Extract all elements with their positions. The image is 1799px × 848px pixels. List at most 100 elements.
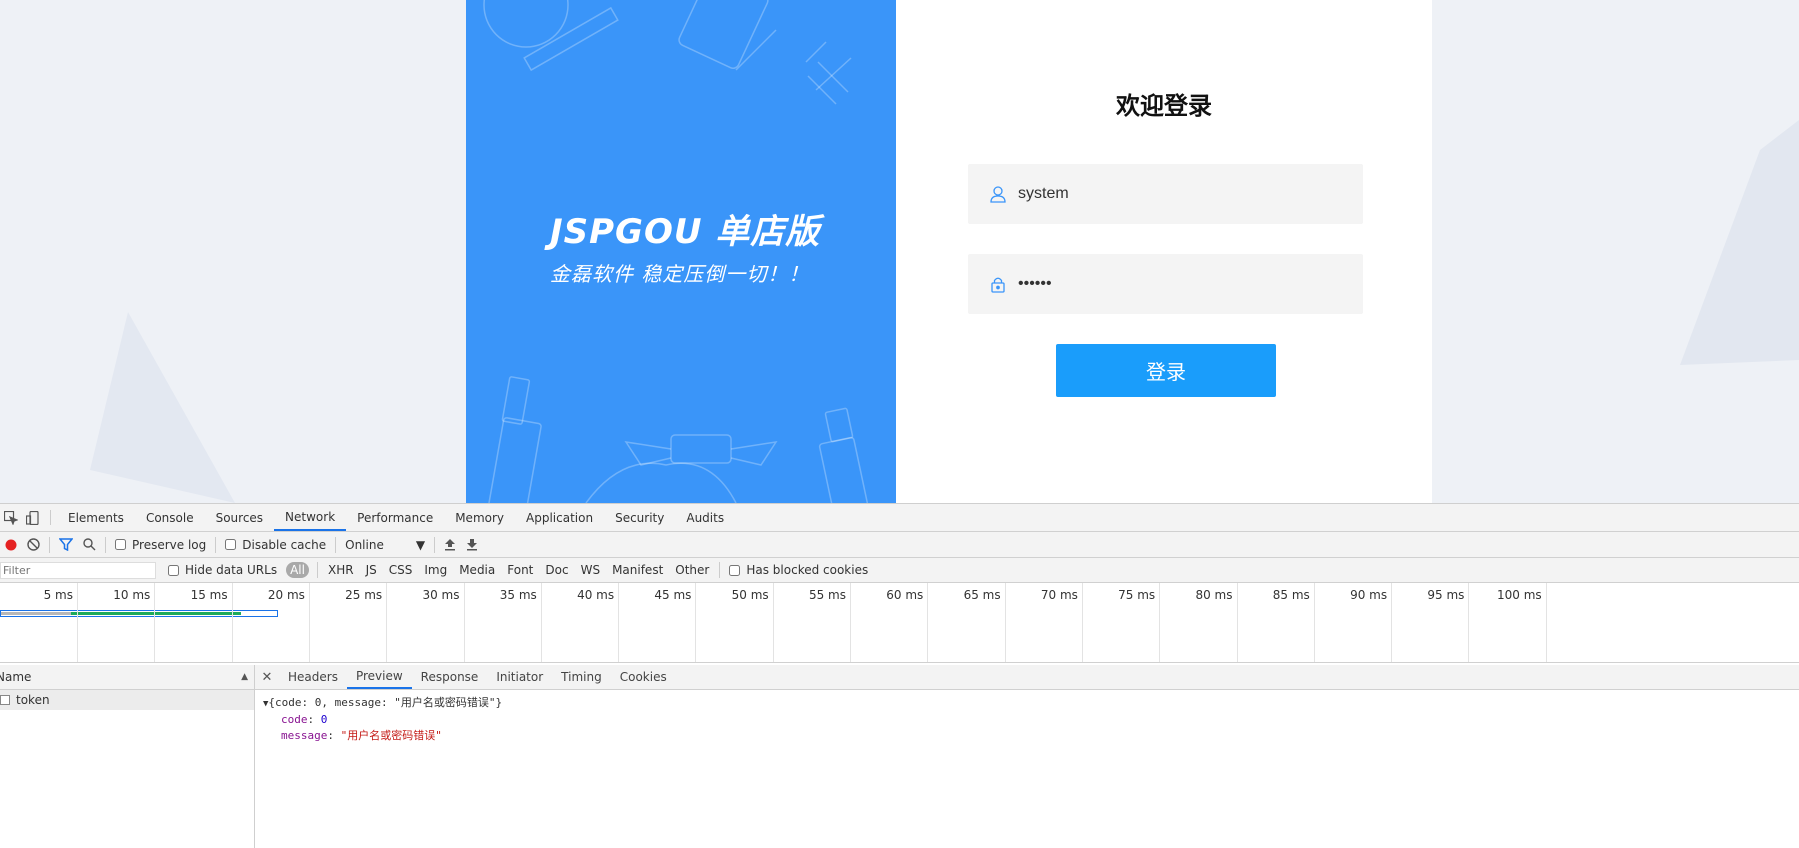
username-input[interactable] — [1018, 185, 1348, 203]
type-filter-css[interactable]: CSS — [387, 562, 415, 578]
timeline-gridline — [1391, 583, 1393, 662]
name-column-header[interactable]: Name — [0, 670, 31, 684]
network-overview-timeline[interactable]: 5 ms 10 ms 15 ms 20 ms 25 ms 30 ms 35 ms 40 ms 4… — [0, 583, 1799, 663]
search-icon[interactable] — [83, 538, 96, 551]
timeline-gridline — [1468, 583, 1470, 662]
detail-tab-initiator[interactable]: Initiator — [487, 665, 552, 689]
timeline-tick-label: 55 ms — [808, 588, 846, 602]
inspect-element-icon[interactable] — [0, 504, 22, 531]
close-icon[interactable]: ✕ — [255, 665, 279, 689]
property-value: 0 — [320, 713, 328, 726]
timeline-tick-label: 100 ms — [1497, 588, 1542, 602]
request-row[interactable]: token — [0, 690, 254, 710]
divider — [434, 536, 436, 553]
type-filter-img[interactable]: Img — [422, 562, 449, 578]
throttling-select[interactable]: Online ▼ — [345, 538, 425, 552]
preserve-log-checkbox[interactable]: Preserve log — [115, 538, 206, 552]
tab-console[interactable]: Console — [135, 504, 205, 531]
export-har-icon[interactable] — [466, 538, 478, 551]
user-icon — [988, 184, 1008, 204]
filter-input[interactable] — [0, 561, 156, 579]
request-waterfall-bar — [0, 610, 278, 617]
brand-panel: JSPGOU 单店版 金磊软件 稳定压倒一切！！ — [466, 0, 896, 503]
clear-icon[interactable] — [27, 538, 40, 551]
disable-cache-checkbox[interactable]: Disable cache — [225, 538, 326, 552]
has-blocked-cookies-check[interactable] — [729, 564, 741, 576]
preserve-log-label: Preserve log — [132, 537, 207, 552]
timeline-tick-label: 85 ms — [1272, 588, 1310, 602]
type-filter-all[interactable]: All — [286, 562, 309, 578]
type-filter-media[interactable]: Media — [457, 562, 497, 578]
request-list-header[interactable]: Name ▲ — [0, 665, 254, 690]
type-filter-xhr[interactable]: XHR — [326, 562, 356, 578]
preserve-log-check[interactable] — [115, 539, 126, 550]
tab-elements[interactable]: Elements — [57, 504, 135, 531]
preview-pane: ▼{code: 0, message: "用户名或密码错误"} code: 0 … — [255, 690, 1799, 744]
timeline-tick-label: 60 ms — [886, 588, 924, 602]
timeline-tick-label: 95 ms — [1427, 588, 1465, 602]
login-card: JSPGOU 单店版 金磊软件 稳定压倒一切！！ 欢迎登录 system •••… — [466, 0, 1432, 503]
sort-ascending-icon: ▲ — [241, 672, 248, 682]
tab-sources[interactable]: Sources — [205, 504, 274, 531]
device-toolbar-icon[interactable] — [22, 504, 44, 531]
request-detail: ✕ Headers Preview Response Initiator Timing C… — [255, 665, 1799, 848]
username-field[interactable] — [968, 164, 1363, 224]
detail-tab-response[interactable]: Response — [412, 665, 488, 689]
detail-tab-timing[interactable]: Timing — [552, 665, 611, 689]
property-value: "用户名或密码错误" — [340, 729, 442, 742]
detail-tab-headers[interactable]: Headers — [279, 665, 347, 689]
document-icon — [0, 695, 10, 705]
tab-application[interactable]: Application — [515, 504, 604, 531]
type-filter-font[interactable]: Font — [505, 562, 535, 578]
type-filter-js[interactable]: JS — [364, 562, 379, 578]
timeline-gridline — [308, 583, 310, 662]
timeline-gridline — [231, 583, 233, 662]
login-heading: 欢迎登录 — [1116, 92, 1212, 120]
network-filterbar: Hide data URLs All XHR JS CSS Img Media Font Do… — [0, 558, 1799, 583]
tab-memory[interactable]: Memory — [444, 504, 515, 531]
tab-performance[interactable]: Performance — [346, 504, 444, 531]
tab-audits[interactable]: Audits — [675, 504, 735, 531]
login-page: JSPGOU 单店版 金磊软件 稳定压倒一切！！ 欢迎登录 system •••… — [0, 0, 1799, 503]
record-icon[interactable] — [5, 539, 17, 551]
lock-icon — [988, 274, 1008, 294]
login-button[interactable]: 登录 — [1056, 344, 1276, 397]
type-filter-doc[interactable]: Doc — [543, 562, 570, 578]
tab-security[interactable]: Security — [604, 504, 675, 531]
timeline-gridline — [386, 583, 388, 662]
hide-data-urls-label: Hide data URLs — [185, 563, 278, 577]
timeline-tick-label: 20 ms — [267, 588, 305, 602]
divider — [50, 510, 51, 525]
divider — [316, 562, 318, 578]
type-filter-manifest[interactable]: Manifest — [610, 562, 665, 578]
timeline-gridline — [850, 583, 851, 662]
hide-data-urls-check[interactable] — [168, 564, 179, 576]
timeline-tick-label: 70 ms — [1040, 588, 1078, 602]
timeline-tick-label: 65 ms — [963, 588, 1001, 602]
import-har-icon[interactable] — [444, 538, 456, 551]
password-field[interactable] — [968, 254, 1363, 314]
timeline-gridline — [1004, 583, 1006, 662]
hide-data-urls-checkbox[interactable]: Hide data URLs — [168, 563, 277, 577]
timeline-tick-label: 25 ms — [345, 588, 383, 602]
timeline-tick-label: 10 ms — [113, 588, 151, 602]
detail-tab-cookies[interactable]: Cookies — [611, 665, 676, 689]
has-blocked-cookies-checkbox[interactable]: Has blocked cookies — [729, 563, 868, 577]
preview-summary-row[interactable]: ▼{code: 0, message: "用户名或密码错误"} — [263, 695, 1799, 712]
tab-network[interactable]: Network — [274, 504, 347, 531]
type-filter-other[interactable]: Other — [673, 562, 711, 578]
preview-property-code: code: 0 — [281, 713, 328, 726]
password-input[interactable] — [1018, 275, 1348, 293]
divider — [335, 536, 337, 553]
property-key: code — [281, 713, 308, 726]
type-filter-ws[interactable]: WS — [579, 562, 602, 578]
login-form-panel: 欢迎登录 system •••••• 登录 — [896, 0, 1432, 503]
preview-property-message: message: "用户名或密码错误" — [281, 729, 442, 742]
timeline-tick-label: 30 ms — [422, 588, 460, 602]
disable-cache-check[interactable] — [225, 539, 237, 550]
detail-tab-preview[interactable]: Preview — [346, 665, 412, 689]
timeline-tick-label: 75 ms — [1118, 588, 1156, 602]
filter-icon[interactable] — [59, 538, 73, 551]
timeline-tick-label: 90 ms — [1350, 588, 1388, 602]
chevron-down-icon: ▼ — [415, 537, 426, 552]
